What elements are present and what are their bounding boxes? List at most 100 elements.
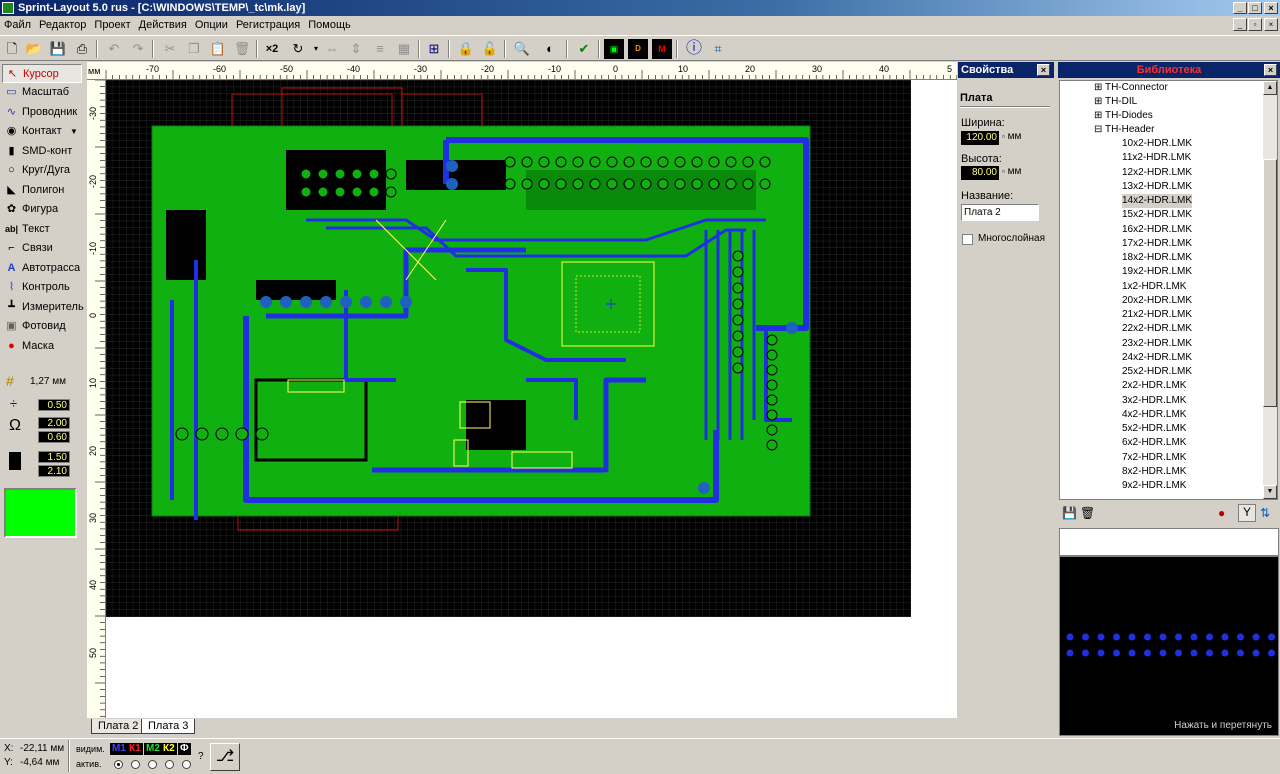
tool-mask[interactable]: ● Маска [2,337,82,356]
layer-f-toggle[interactable]: Ф [178,743,191,755]
library-preview[interactable]: Нажать и перетянуть [1059,556,1279,736]
scroll-thumb[interactable] [1263,159,1277,407]
menu-registration[interactable]: Регистрация [232,16,304,34]
macro-icon[interactable]: M [652,39,672,59]
library-item[interactable]: 19x2-HDR.LMK [1122,265,1192,279]
paste-icon[interactable]: 📋 [208,39,228,59]
menu-help[interactable]: Помощь [304,16,355,34]
library-item[interactable]: 15x2-HDR.LMK [1122,208,1192,222]
close-button[interactable]: × [1264,2,1278,14]
active-color-swatch[interactable] [4,488,77,538]
grid-value[interactable]: 1,27 мм [30,376,66,387]
menu-actions[interactable]: Действия [135,16,191,34]
library-item[interactable]: 4x2-HDR.LMK [1122,408,1186,422]
library-item[interactable]: 13x2-HDR.LMK [1122,180,1192,194]
library-item[interactable]: 8x2-HDR.LMK [1122,465,1186,479]
redo-icon[interactable]: ↷ [128,39,148,59]
tool-check[interactable]: ⌇ Контроль [2,278,82,297]
library-item[interactable]: 3x2-HDR.LMK [1122,394,1186,408]
layer-options-icon[interactable]: ⎇ [210,743,240,771]
layer-k1-toggle[interactable]: К1 [127,743,143,755]
track-width-field[interactable]: 0.50 [38,399,70,411]
tool-photo-view[interactable]: ▣ Фотовид [2,317,82,336]
search-icon[interactable]: 🔍 [512,39,532,59]
library-item[interactable]: 17x2-HDR.LMK [1122,237,1192,251]
rotate-icon[interactable]: ↻ [288,39,308,59]
scroll-down-button[interactable]: ▼ [1263,485,1277,499]
library-item[interactable]: 22x2-HDR.LMK [1122,322,1192,336]
library-save-icon[interactable]: 💾 [1062,506,1077,520]
library-item[interactable]: 11x2-HDR.LMK [1122,151,1191,165]
tab-board-2[interactable]: Плата 2 [91,719,146,734]
layers-icon[interactable]: ⊞ [424,39,444,59]
pad-outer-field[interactable]: 2.00 [38,417,70,429]
library-filter-icon[interactable]: Y [1238,504,1256,522]
duplicate-x2-button[interactable]: ×2 [262,39,282,59]
tool-pad[interactable]: ◉ Контакт ▼ [2,122,82,141]
library-record-icon[interactable]: ● [1218,506,1225,520]
contrast-icon[interactable]: ◐ [540,39,560,59]
layer-m2-toggle[interactable]: М2 [144,743,162,755]
undo-icon[interactable]: ↶ [104,39,124,59]
tool-shape[interactable]: ✿ Фигура [2,200,82,219]
mdi-close-button[interactable]: × [1264,18,1278,31]
properties-close-button[interactable]: × [1037,64,1050,76]
menu-file[interactable]: Файл [0,16,35,34]
library-item[interactable]: 1x2-HDR.LMK [1122,280,1186,294]
library-folder[interactable]: ⊞ TH-Connector [1094,81,1168,95]
tool-cursor[interactable]: ↖ Курсор [2,64,82,83]
library-folder[interactable]: ⊞ TH-Diodes [1094,109,1153,123]
active-layer-m2-radio[interactable] [148,760,157,769]
library-folder[interactable]: ⊟ TH-Header [1094,123,1154,137]
library-swap-icon[interactable]: ⇅ [1260,506,1270,520]
library-delete-icon[interactable]: 🗑 [1080,506,1095,520]
library-item[interactable]: 9x2-HDR.LMK [1122,479,1186,493]
library-item[interactable]: 12x2-HDR.LMK [1122,166,1192,180]
tool-connections[interactable]: ⌐ Связи [2,239,82,258]
tool-text[interactable]: ab| Текст [2,220,82,239]
library-item[interactable]: 18x2-HDR.LMK [1122,251,1192,265]
pad-dropdown-icon[interactable]: ▼ [70,122,78,141]
align-icon[interactable]: ≡ [370,39,390,59]
board-name-field[interactable]: Плата 2 [961,204,1039,221]
library-item[interactable]: 21x2-HDR.LMK [1122,308,1192,322]
lock-icon[interactable]: 🔒 [456,39,476,59]
menu-project[interactable]: Проект [90,16,134,34]
library-item[interactable]: 20x2-HDR.LMK [1122,294,1192,308]
tool-circle-arc[interactable]: ○ Круг/Дуга [2,161,82,180]
export-gerber-icon[interactable]: ▣ [604,39,624,59]
smd-width-field[interactable]: 1.50 [38,451,70,463]
library-close-button[interactable]: × [1264,64,1277,76]
smd-height-field[interactable]: 2.10 [38,465,70,477]
grid-icon[interactable]: # [6,374,20,388]
library-scrollbar[interactable]: ▲ ▼ [1263,81,1277,499]
crop-icon[interactable]: ⌗ [708,39,728,59]
library-item[interactable]: 2x2-HDR.LMK [1122,379,1186,393]
menu-edit[interactable]: Редактор [35,16,90,34]
active-layer-f-radio[interactable] [182,760,191,769]
group-icon[interactable]: ▦ [394,39,414,59]
minimize-button[interactable]: _ [1233,2,1247,14]
mirror-vertical-icon[interactable]: ⇕ [346,39,366,59]
tool-smd-pad[interactable]: ▮ SMD-конт [2,142,82,161]
tool-track[interactable]: ∿ Проводник [2,103,82,122]
library-item[interactable]: 23x2-HDR.LMK [1122,337,1192,351]
library-item[interactable]: 10x2-HDR.LMK [1122,137,1192,151]
pad-inner-field[interactable]: 0.60 [38,431,70,443]
library-tree[interactable]: ⊞ TH-Connector ⊞ TH-DIL ⊞ TH-Diodes ⊟ TH-He… [1059,80,1278,500]
tab-board-3[interactable]: Плата 3 [141,719,196,734]
drc-check-icon[interactable]: ✔ [574,39,594,59]
copy-icon[interactable]: ❐ [184,39,204,59]
multilayer-checkbox[interactable] [962,234,973,245]
library-item[interactable]: 16x2-HDR.LMK [1122,223,1192,237]
delete-icon[interactable]: 🗑 [232,39,252,59]
mirror-horizontal-icon[interactable]: ⇔ [322,39,342,59]
board-width-field[interactable]: 120.00 [961,131,999,145]
cut-icon[interactable]: ✂ [160,39,180,59]
library-item[interactable]: 25x2-HDR.LMK [1122,365,1192,379]
library-folder[interactable]: ⊞ TH-DIL [1094,95,1137,109]
help-marker[interactable]: ? [198,751,204,762]
library-item[interactable]: 24x2-HDR.LMK [1122,351,1192,365]
library-item[interactable]: 7x2-HDR.LMK [1122,451,1186,465]
pcb-board-view[interactable] [106,80,957,718]
